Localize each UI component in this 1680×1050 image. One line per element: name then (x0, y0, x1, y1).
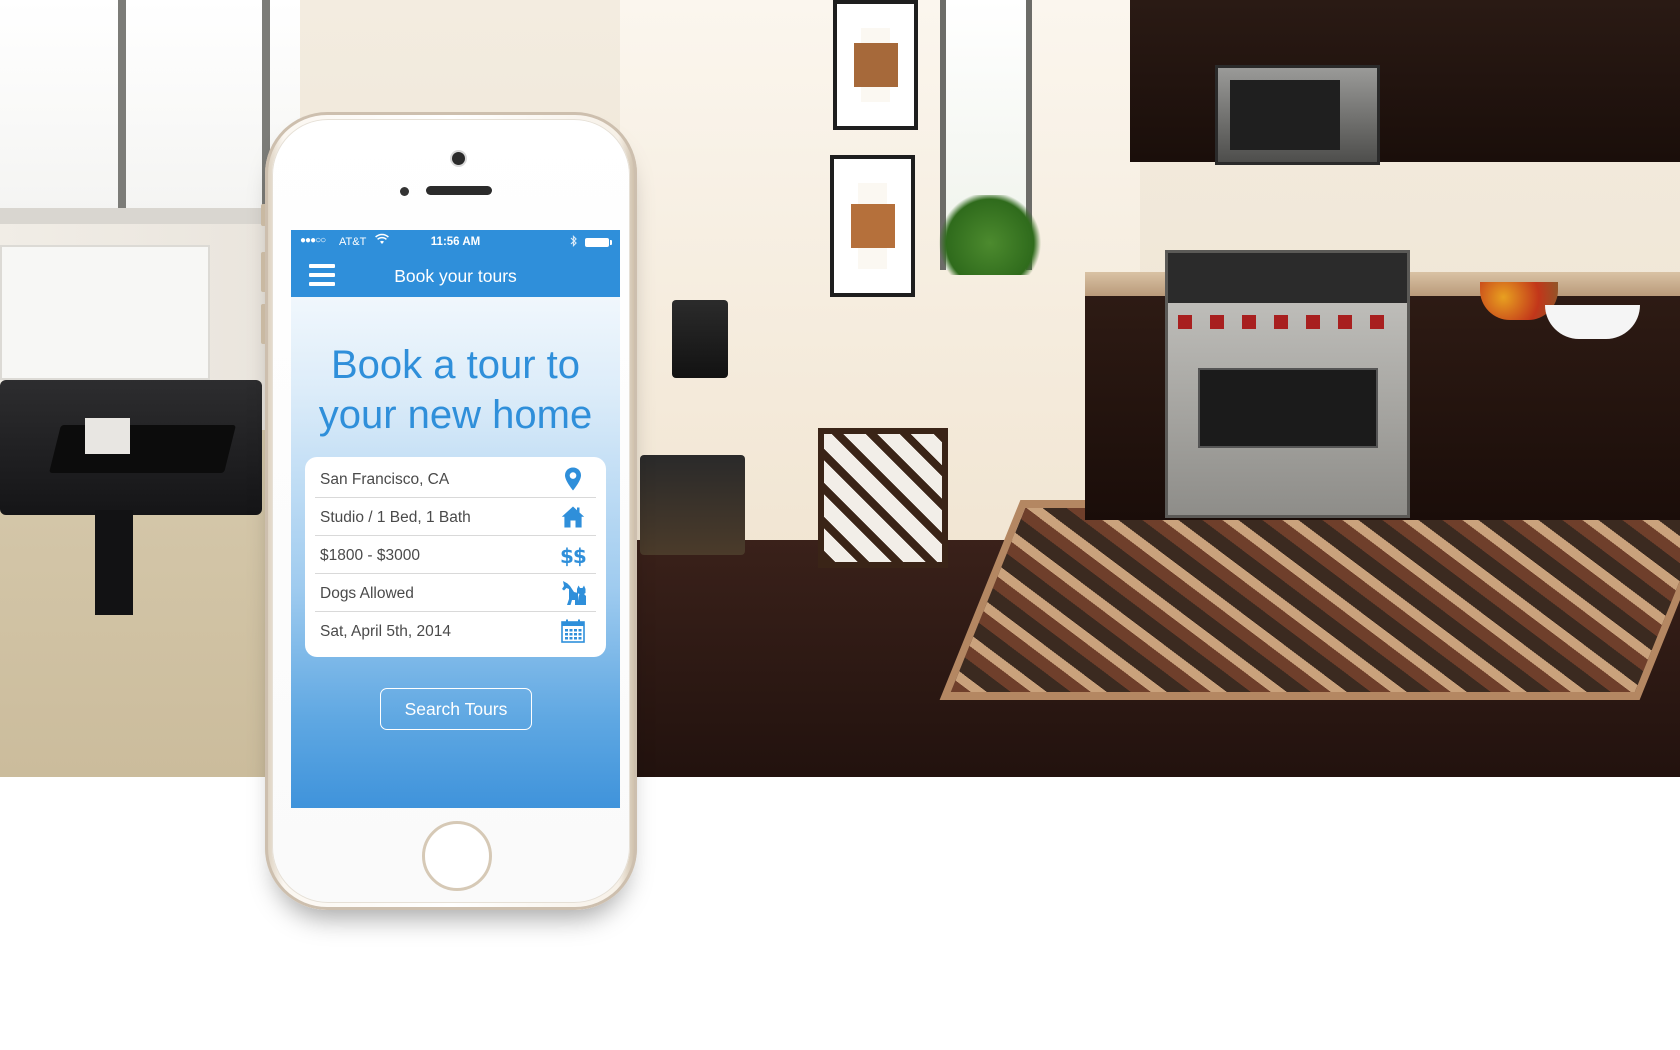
tray (49, 425, 236, 473)
hero-headline: Book a tour to your new home (291, 340, 620, 440)
marketing-canvas: ●●●○○ AT&T 11:56 AM Book your tours Book… (0, 0, 1680, 1050)
mute-switch (261, 204, 265, 226)
speaker (672, 300, 728, 378)
phone-face: ●●●○○ AT&T 11:56 AM Book your tours Book… (272, 119, 630, 903)
front-camera (452, 152, 465, 165)
proximity-sensor (400, 187, 409, 196)
price-range-field[interactable]: $1800 - $3000 $$ (315, 536, 596, 574)
earpiece-speaker (426, 186, 492, 195)
home-button (422, 821, 492, 891)
volume-down-button (261, 304, 265, 344)
rug (939, 500, 1680, 700)
hero-line-1: Book a tour to (330, 343, 581, 387)
app-screen: ●●●○○ AT&T 11:56 AM Book your tours Book… (291, 230, 620, 808)
bluetooth-icon (570, 235, 578, 250)
wine-rack (818, 428, 948, 568)
window (0, 0, 300, 215)
stove (1165, 250, 1410, 518)
search-tours-button[interactable]: Search Tours (380, 688, 532, 730)
location-pin-icon (560, 466, 586, 492)
search-form: San Francisco, CA Studio / 1 Bed, 1 Bath… (305, 457, 606, 657)
upper-cabinets (1130, 0, 1680, 162)
microwave (1215, 65, 1380, 165)
basket (640, 455, 745, 555)
navigation-bar: Book your tours (291, 254, 620, 297)
battery-icon (585, 238, 612, 247)
calendar-icon (560, 618, 586, 644)
price-range-value: $1800 - $3000 (320, 547, 420, 564)
pet-policy-field[interactable]: Dogs Allowed (315, 574, 596, 612)
unit-type-value: Studio / 1 Bed, 1 Bath (320, 509, 471, 526)
unit-type-field[interactable]: Studio / 1 Bed, 1 Bath (315, 498, 596, 536)
phone-mockup: ●●●○○ AT&T 11:56 AM Book your tours Book… (261, 112, 637, 910)
ottoman-leg (95, 510, 133, 615)
hero-line-2: your new home (318, 393, 593, 437)
window-sill (0, 208, 300, 224)
tissue-box (85, 418, 130, 454)
pet-icon (560, 580, 586, 606)
date-field[interactable]: Sat, April 5th, 2014 (315, 612, 596, 650)
house-icon (560, 504, 586, 530)
picture-frame (833, 0, 918, 130)
plant (935, 195, 1045, 275)
page-title: Book your tours (394, 266, 517, 286)
radiator-cover (0, 245, 210, 380)
location-field[interactable]: San Francisco, CA (315, 460, 596, 498)
picture-frame (830, 155, 915, 297)
status-bar: ●●●○○ AT&T 11:56 AM (291, 230, 620, 254)
svg-text:$$: $$ (560, 544, 586, 568)
date-value: Sat, April 5th, 2014 (320, 623, 451, 640)
apartment-photo (0, 0, 1680, 777)
location-value: San Francisco, CA (320, 471, 450, 488)
pet-policy-value: Dogs Allowed (320, 585, 414, 602)
volume-up-button (261, 252, 265, 292)
dollar-signs-icon: $$ (560, 542, 587, 568)
